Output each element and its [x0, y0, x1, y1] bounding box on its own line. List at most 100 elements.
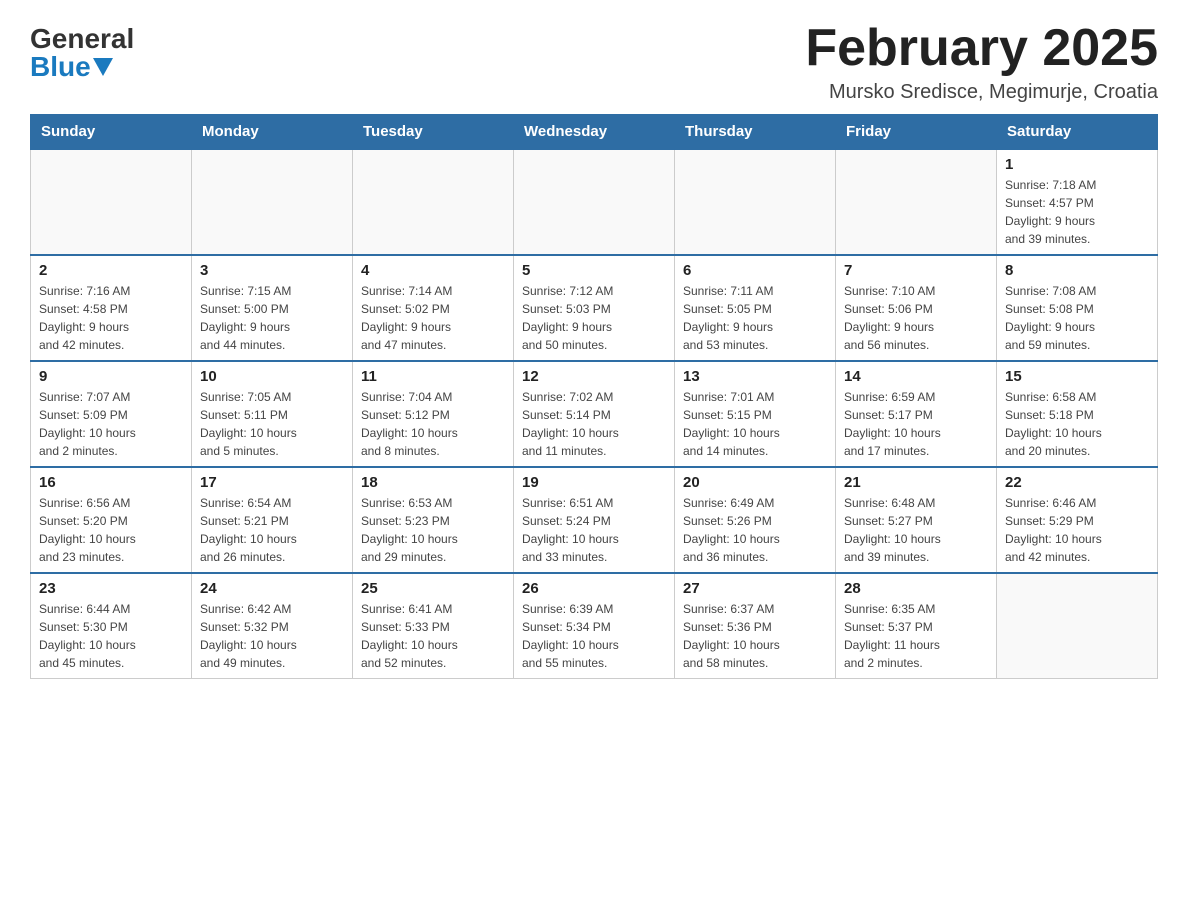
- day-info: Sunrise: 7:01 AMSunset: 5:15 PMDaylight:…: [683, 388, 827, 460]
- calendar-cell: 21 Sunrise: 6:48 AMSunset: 5:27 PMDayligh…: [836, 467, 997, 573]
- day-info: Sunrise: 6:59 AMSunset: 5:17 PMDaylight:…: [844, 388, 988, 460]
- day-number: 10: [200, 368, 344, 385]
- calendar-cell: 18Sunrise: 6:53 AMSunset: 5:23 PMDayligh…: [353, 467, 514, 573]
- calendar-cell: 7 Sunrise: 7:10 AMSunset: 5:06 PMDaylight…: [836, 255, 997, 361]
- calendar-cell: 13 Sunrise: 7:01 AMSunset: 5:15 PMDayligh…: [675, 361, 836, 467]
- col-monday: Monday: [192, 115, 353, 150]
- day-info: Sunrise: 7:14 AMSunset: 5:02 PMDaylight:…: [361, 282, 505, 354]
- day-info: Sunrise: 6:51 AMSunset: 5:24 PMDaylight:…: [522, 494, 666, 566]
- day-number: 17: [200, 474, 344, 491]
- calendar-cell: 3 Sunrise: 7:15 AMSunset: 5:00 PMDaylight…: [192, 255, 353, 361]
- logo-arrow-icon: [93, 58, 113, 78]
- day-number: 11: [361, 368, 505, 385]
- day-info: Sunrise: 6:44 AMSunset: 5:30 PMDaylight:…: [39, 600, 183, 672]
- day-info: Sunrise: 6:53 AMSunset: 5:23 PMDaylight:…: [361, 494, 505, 566]
- col-saturday: Saturday: [997, 115, 1158, 150]
- calendar-cell: 9 Sunrise: 7:07 AMSunset: 5:09 PMDaylight…: [31, 361, 192, 467]
- calendar-cell: 19 Sunrise: 6:51 AMSunset: 5:24 PMDayligh…: [514, 467, 675, 573]
- calendar-cell: 24 Sunrise: 6:42 AMSunset: 5:32 PMDayligh…: [192, 573, 353, 679]
- col-wednesday: Wednesday: [514, 115, 675, 150]
- day-number: 6: [683, 262, 827, 279]
- day-number: 9: [39, 368, 183, 385]
- calendar-cell: 10 Sunrise: 7:05 AMSunset: 5:11 PMDayligh…: [192, 361, 353, 467]
- day-number: 24: [200, 580, 344, 597]
- day-info: Sunrise: 6:58 AMSunset: 5:18 PMDaylight:…: [1005, 388, 1149, 460]
- day-number: 12: [522, 368, 666, 385]
- calendar-cell: 8 Sunrise: 7:08 AMSunset: 5:08 PMDaylight…: [997, 255, 1158, 361]
- day-info: Sunrise: 6:48 AMSunset: 5:27 PMDaylight:…: [844, 494, 988, 566]
- day-number: 19: [522, 474, 666, 491]
- day-info: Sunrise: 7:18 AMSunset: 4:57 PMDaylight:…: [1005, 176, 1149, 248]
- day-info: Sunrise: 6:37 AMSunset: 5:36 PMDaylight:…: [683, 600, 827, 672]
- day-number: 5: [522, 262, 666, 279]
- day-number: 2: [39, 262, 183, 279]
- day-number: 7: [844, 262, 988, 279]
- page-header: General Blue February 2025 Mursko Sredis…: [30, 20, 1158, 104]
- calendar-cell: 20 Sunrise: 6:49 AMSunset: 5:26 PMDayligh…: [675, 467, 836, 573]
- day-number: 15: [1005, 368, 1149, 385]
- day-number: 21: [844, 474, 988, 491]
- day-info: Sunrise: 6:42 AMSunset: 5:32 PMDaylight:…: [200, 600, 344, 672]
- day-info: Sunrise: 7:10 AMSunset: 5:06 PMDaylight:…: [844, 282, 988, 354]
- day-number: 3: [200, 262, 344, 279]
- logo: General Blue: [30, 20, 134, 81]
- day-info: Sunrise: 7:12 AMSunset: 5:03 PMDaylight:…: [522, 282, 666, 354]
- location-text: Mursko Sredisce, Megimurje, Croatia: [805, 81, 1158, 104]
- calendar-cell: 28Sunrise: 6:35 AMSunset: 5:37 PMDayligh…: [836, 573, 997, 679]
- day-number: 26: [522, 580, 666, 597]
- logo-blue-text: Blue: [30, 53, 91, 81]
- calendar-cell: 25 Sunrise: 6:41 AMSunset: 5:33 PMDayligh…: [353, 573, 514, 679]
- calendar-cell: 15 Sunrise: 6:58 AMSunset: 5:18 PMDayligh…: [997, 361, 1158, 467]
- day-info: Sunrise: 6:46 AMSunset: 5:29 PMDaylight:…: [1005, 494, 1149, 566]
- day-info: Sunrise: 7:07 AMSunset: 5:09 PMDaylight:…: [39, 388, 183, 460]
- day-info: Sunrise: 6:54 AMSunset: 5:21 PMDaylight:…: [200, 494, 344, 566]
- calendar-cell: 4 Sunrise: 7:14 AMSunset: 5:02 PMDaylight…: [353, 255, 514, 361]
- day-info: Sunrise: 7:11 AMSunset: 5:05 PMDaylight:…: [683, 282, 827, 354]
- day-info: Sunrise: 7:08 AMSunset: 5:08 PMDaylight:…: [1005, 282, 1149, 354]
- day-number: 16: [39, 474, 183, 491]
- calendar-cell: [353, 149, 514, 255]
- day-info: Sunrise: 6:49 AMSunset: 5:26 PMDaylight:…: [683, 494, 827, 566]
- week-row-3: 9 Sunrise: 7:07 AMSunset: 5:09 PMDaylight…: [31, 361, 1158, 467]
- calendar-cell: 2 Sunrise: 7:16 AMSunset: 4:58 PMDaylight…: [31, 255, 192, 361]
- day-number: 25: [361, 580, 505, 597]
- col-tuesday: Tuesday: [353, 115, 514, 150]
- calendar-cell: [675, 149, 836, 255]
- day-number: 4: [361, 262, 505, 279]
- day-number: 20: [683, 474, 827, 491]
- day-number: 22: [1005, 474, 1149, 491]
- calendar-cell: 26 Sunrise: 6:39 AMSunset: 5:34 PMDayligh…: [514, 573, 675, 679]
- calendar-cell: 16 Sunrise: 6:56 AMSunset: 5:20 PMDayligh…: [31, 467, 192, 573]
- calendar-cell: 14 Sunrise: 6:59 AMSunset: 5:17 PMDayligh…: [836, 361, 997, 467]
- calendar-table: Sunday Monday Tuesday Wednesday Thursday…: [30, 114, 1158, 679]
- calendar-cell: 1 Sunrise: 7:18 AMSunset: 4:57 PMDaylight…: [997, 149, 1158, 255]
- day-info: Sunrise: 7:05 AMSunset: 5:11 PMDaylight:…: [200, 388, 344, 460]
- month-title: February 2025: [805, 20, 1158, 77]
- day-number: 1: [1005, 156, 1149, 173]
- calendar-header-row: Sunday Monday Tuesday Wednesday Thursday…: [31, 115, 1158, 150]
- calendar-cell: 12 Sunrise: 7:02 AMSunset: 5:14 PMDayligh…: [514, 361, 675, 467]
- calendar-cell: [31, 149, 192, 255]
- calendar-cell: 6 Sunrise: 7:11 AMSunset: 5:05 PMDaylight…: [675, 255, 836, 361]
- day-number: 13: [683, 368, 827, 385]
- day-info: Sunrise: 7:15 AMSunset: 5:00 PMDaylight:…: [200, 282, 344, 354]
- calendar-cell: 23 Sunrise: 6:44 AMSunset: 5:30 PMDayligh…: [31, 573, 192, 679]
- calendar-cell: [836, 149, 997, 255]
- day-info: Sunrise: 7:16 AMSunset: 4:58 PMDaylight:…: [39, 282, 183, 354]
- day-number: 27: [683, 580, 827, 597]
- logo-general-text: General: [30, 25, 134, 53]
- day-number: 8: [1005, 262, 1149, 279]
- day-info: Sunrise: 6:41 AMSunset: 5:33 PMDaylight:…: [361, 600, 505, 672]
- day-number: 23: [39, 580, 183, 597]
- day-number: 14: [844, 368, 988, 385]
- col-friday: Friday: [836, 115, 997, 150]
- day-info: Sunrise: 7:04 AMSunset: 5:12 PMDaylight:…: [361, 388, 505, 460]
- day-info: Sunrise: 7:02 AMSunset: 5:14 PMDaylight:…: [522, 388, 666, 460]
- day-info: Sunrise: 6:56 AMSunset: 5:20 PMDaylight:…: [39, 494, 183, 566]
- col-sunday: Sunday: [31, 115, 192, 150]
- week-row-4: 16 Sunrise: 6:56 AMSunset: 5:20 PMDayligh…: [31, 467, 1158, 573]
- calendar-cell: 17 Sunrise: 6:54 AMSunset: 5:21 PMDayligh…: [192, 467, 353, 573]
- title-block: February 2025 Mursko Sredisce, Megimurje…: [805, 20, 1158, 104]
- day-info: Sunrise: 6:39 AMSunset: 5:34 PMDaylight:…: [522, 600, 666, 672]
- calendar-cell: 27 Sunrise: 6:37 AMSunset: 5:36 PMDayligh…: [675, 573, 836, 679]
